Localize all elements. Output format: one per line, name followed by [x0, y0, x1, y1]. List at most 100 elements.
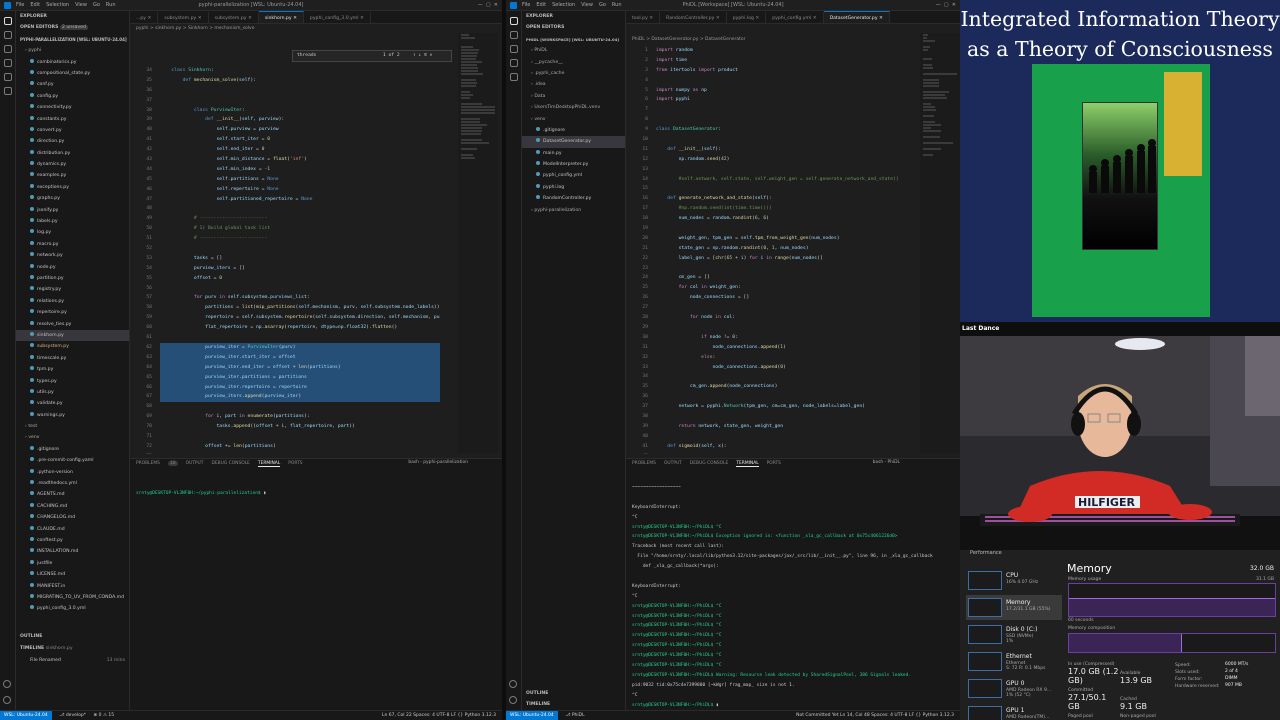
- explorer-icon[interactable]: [3, 17, 12, 25]
- editor-tab[interactable]: RandomController.py ✕: [660, 12, 727, 23]
- code-line[interactable]: purview_iter.partitions = partitions: [160, 372, 440, 383]
- project-root[interactable]: PHIDL [WORKSPACE] [WSL: UBUNTU-24.04]: [522, 34, 625, 45]
- code-line[interactable]: partitions = list(mip_partitions(self.me…: [160, 303, 440, 313]
- code-line[interactable]: def __init__(self):: [656, 145, 899, 155]
- code-line[interactable]: # 1) Build global task list: [160, 224, 440, 234]
- code-line[interactable]: [656, 432, 899, 442]
- code-line[interactable]: [656, 303, 899, 313]
- folder-item[interactable]: › pyphi-parallelization: [522, 205, 625, 216]
- file-item[interactable]: utils.py: [16, 387, 129, 398]
- code-line[interactable]: [160, 333, 440, 343]
- file-item[interactable]: graphs.py: [16, 193, 129, 204]
- code-line[interactable]: from itertools import product: [656, 66, 899, 76]
- tab-close-icon[interactable]: ✕: [359, 16, 364, 21]
- code-line[interactable]: [656, 184, 899, 194]
- code-line[interactable]: node_connections.append(0): [656, 363, 899, 373]
- file-item[interactable]: examples.py: [16, 170, 129, 181]
- editor-tab[interactable]: subsystem.py ✕: [209, 12, 259, 23]
- code-line[interactable]: offset = 0: [160, 274, 440, 284]
- minimap[interactable]: [920, 33, 960, 453]
- code-line[interactable]: import random: [656, 46, 899, 56]
- file-item[interactable]: connectivity.py: [16, 102, 129, 113]
- code-line[interactable]: def sigmoid(self, x):: [656, 442, 899, 452]
- code-line[interactable]: else:: [656, 353, 899, 363]
- code-line[interactable]: [656, 135, 899, 145]
- code-line[interactable]: tasks.append((offset + i, flat_repertoir…: [160, 422, 440, 432]
- code-line[interactable]: # ------------------------: [160, 214, 440, 224]
- code-line[interactable]: network = pyphi.Network(tpm_gen, cm=cm_g…: [656, 402, 899, 412]
- run-debug-icon[interactable]: [3, 59, 12, 67]
- code-line[interactable]: self.repertoire = None: [160, 185, 440, 195]
- code-line[interactable]: node_connections = []: [656, 293, 899, 303]
- file-item[interactable]: .pre-commit-config.yaml: [16, 455, 129, 466]
- breadcrumb[interactable]: pyphi > sinkhorn.py > Sinkhorn > mechani…: [136, 24, 255, 33]
- tab-close-icon[interactable]: ✕: [247, 16, 252, 21]
- tab-close-icon[interactable]: ✕: [811, 16, 817, 21]
- file-item[interactable]: labels.py: [16, 216, 129, 227]
- code-line[interactable]: [160, 452, 440, 454]
- status-right[interactable]: Not Committed Yet Ln 14, Col 48 Spaces: …: [796, 711, 954, 720]
- code-line[interactable]: self.partitions = None: [160, 175, 440, 185]
- code-line[interactable]: import time: [656, 56, 899, 66]
- panel-tab-ports[interactable]: PORTS: [767, 461, 781, 466]
- folder-item[interactable]: › Data: [522, 91, 625, 102]
- folder-item[interactable]: › .idea: [522, 79, 625, 90]
- code-line[interactable]: if node != 0:: [656, 333, 899, 343]
- menu-item[interactable]: Run: [106, 2, 116, 8]
- extensions-icon[interactable]: [3, 73, 12, 81]
- editor-tab[interactable]: pyphi_config.yml ✕: [766, 12, 824, 23]
- breadcrumb[interactable]: PhiDL > DatasetGenerator.py > DatasetGen…: [632, 35, 746, 44]
- file-item[interactable]: .python-version: [16, 467, 129, 478]
- terminal-name[interactable]: bash - pyphi-parallelization: [408, 460, 468, 465]
- code-line[interactable]: [160, 402, 440, 412]
- menu-item[interactable]: Edit: [536, 2, 546, 8]
- code-line[interactable]: self.purview = purview: [160, 125, 440, 135]
- folder-item[interactable]: › __pycache__: [522, 57, 625, 68]
- panel-tab-ports[interactable]: PORTS: [288, 461, 302, 466]
- run-debug-icon[interactable]: [509, 59, 518, 67]
- tab-close-icon[interactable]: ✕: [146, 16, 151, 21]
- code-line[interactable]: #np.random.seed(int(time.time())): [656, 204, 899, 214]
- file-item[interactable]: jsonify.py: [16, 205, 129, 216]
- code-line[interactable]: for col in weight_gen:: [656, 283, 899, 293]
- minimap[interactable]: [458, 33, 498, 453]
- file-item[interactable]: validate.py: [16, 398, 129, 409]
- panel-tab-debug-console[interactable]: DEBUG CONSOLE: [211, 461, 249, 466]
- find-widget[interactable]: threads 1 of 2 ↑ ↓ ≡ ✕: [292, 50, 452, 62]
- file-item[interactable]: pyphi_config.yml: [522, 170, 625, 181]
- file-item[interactable]: RandomController.py: [522, 193, 625, 204]
- file-item[interactable]: macro.py: [16, 239, 129, 250]
- account-icon[interactable]: [509, 680, 517, 688]
- code-line[interactable]: purview_iters.append(purview_iter): [160, 392, 440, 403]
- panel-tab-terminal[interactable]: TERMINAL: [257, 461, 281, 467]
- file-item[interactable]: LICENSE.md: [16, 569, 129, 580]
- tab-close-icon[interactable]: ✕: [878, 16, 883, 21]
- code-line[interactable]: [160, 432, 440, 442]
- file-item[interactable]: timescale.py: [16, 353, 129, 364]
- open-editors-section[interactable]: OPEN EDITORS: [522, 22, 625, 33]
- file-item[interactable]: sinkhorn.py: [16, 329, 129, 342]
- code-text[interactable]: import random import time from itertools i…: [656, 46, 899, 454]
- code-line[interactable]: self.end_iter = 0: [160, 145, 440, 155]
- code-line[interactable]: return network, state_gen, weight_gen: [656, 422, 899, 432]
- panel-tab-problems[interactable]: PROBLEMS: [136, 461, 160, 466]
- code-editor[interactable]: 1 2 3 4 5 6 7 8 9 10 11 12 13 14 15 16 17 18 19 20 21 22 23 24 2…: [626, 46, 916, 454]
- code-line[interactable]: [656, 392, 899, 402]
- folder-item[interactable]: › venv: [16, 432, 129, 443]
- timeline-section[interactable]: TIMELINE sinkhorn.py: [16, 643, 129, 654]
- panel-tab-output[interactable]: OUTPUT: [664, 461, 682, 466]
- outline-section[interactable]: OUTLINE: [522, 688, 625, 699]
- problems-indicator[interactable]: ⊗ 0 ⚠ 15: [93, 713, 114, 718]
- file-item[interactable]: config.py: [16, 91, 129, 102]
- menu-item[interactable]: File: [16, 2, 24, 8]
- terminal-cursor[interactable]: ▮: [716, 703, 719, 708]
- code-line[interactable]: [656, 412, 899, 422]
- file-item[interactable]: log.py: [16, 227, 129, 238]
- code-line[interactable]: [160, 244, 440, 254]
- code-line[interactable]: [656, 105, 899, 115]
- terminal-name[interactable]: bash - PhiDL: [873, 460, 900, 465]
- folder-item[interactable]: › UsersTimDesktopPhiDL.venv: [522, 102, 625, 113]
- file-item[interactable]: .readthedocs.yml: [16, 478, 129, 489]
- code-line[interactable]: flat_repertoire = np.asarray(repertoire,…: [160, 323, 440, 333]
- terminal-output[interactable]: srnty@DESKTOP-VL3NF0H:~/pyphi-paralleliz…: [130, 469, 502, 499]
